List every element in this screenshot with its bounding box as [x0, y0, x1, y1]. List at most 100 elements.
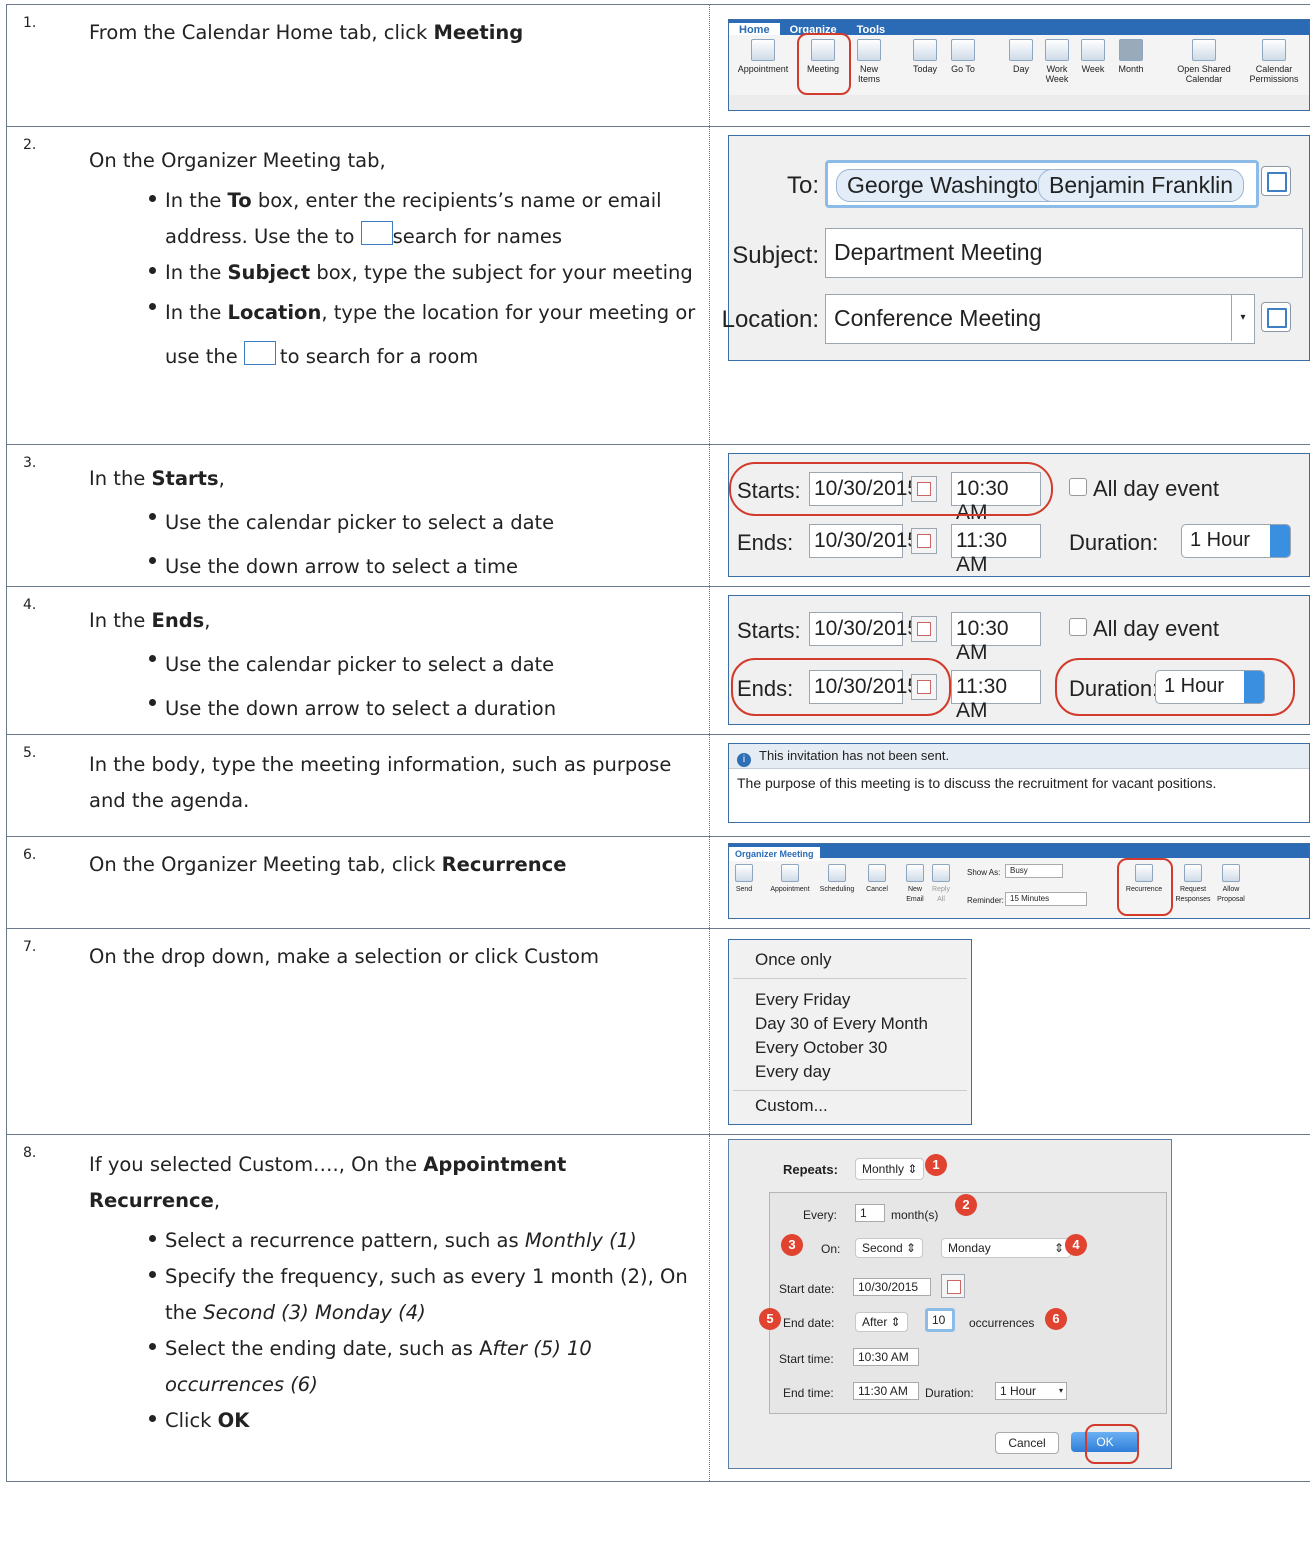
start-time-input[interactable]: 10:30 AM	[853, 1348, 919, 1366]
dropdown-item[interactable]: Day 30 of Every Month	[755, 1014, 928, 1034]
end-time-label: End time:	[783, 1386, 834, 1400]
step-text: In the body, type the meeting informatio…	[89, 753, 672, 812]
location-input[interactable]: Conference Meeting ▾	[825, 294, 1255, 344]
new-items-icon	[857, 39, 881, 61]
reminder-select[interactable]: 15 Minutes	[1005, 892, 1087, 906]
appointment-button[interactable]: Appointment	[765, 864, 815, 895]
send-button[interactable]: Send	[733, 864, 755, 895]
text-span: ,	[213, 1189, 221, 1212]
highlight-circle	[797, 33, 851, 95]
dropdown-item-custom[interactable]: Custom...	[755, 1096, 828, 1116]
occurrences-input[interactable]: 10	[925, 1308, 955, 1332]
calendar-permissions-button[interactable]: Calendar Permissions	[1241, 39, 1307, 84]
allow-proposal-button[interactable]: Allow Proposal	[1213, 864, 1249, 905]
cancel-meeting-button[interactable]: Cancel	[863, 864, 891, 895]
step-text: On the Organizer Meeting tab, In the To …	[89, 139, 701, 379]
step-number: 3.	[23, 455, 37, 471]
highlight-ellipse	[731, 658, 951, 716]
step-row-4: 4. In the Ends, Use the calendar picker …	[6, 587, 1310, 735]
dropdown-item[interactable]: Once only	[755, 950, 832, 970]
step-text-cell: 2. On the Organizer Meeting tab, In the …	[6, 127, 710, 444]
bold-term: Subject	[227, 261, 311, 284]
text-span: search for names	[392, 225, 563, 248]
text-span: Select the ending date, such as A	[165, 1337, 493, 1360]
button-label: Month	[1118, 64, 1144, 74]
duration-select[interactable]: 1 Hour ▾	[995, 1382, 1067, 1400]
duration-select[interactable]: 1 Hour	[1181, 524, 1291, 558]
button-label: Week	[1081, 64, 1105, 74]
recipient-token[interactable]: Benjamin Franklin	[1038, 169, 1245, 202]
repeats-select[interactable]: Monthly ⇕	[855, 1158, 925, 1180]
bold-term: Location	[227, 301, 322, 324]
end-mode-select[interactable]: After ⇕	[855, 1312, 908, 1332]
step-text-cell: 1. From the Calendar Home tab, click Mee…	[6, 5, 710, 126]
step-row-5: 5. In the body, type the meeting informa…	[6, 735, 1310, 837]
ends-form-image: Starts: 10/30/2015 10:30 AM All day even…	[728, 595, 1310, 725]
end-date-input[interactable]: 10/30/2015	[809, 524, 919, 558]
recipient-token[interactable]: George Washington	[836, 169, 1062, 202]
address-book-icon[interactable]	[1261, 166, 1291, 196]
go-to-button[interactable]: Go To	[945, 39, 981, 74]
address-book-icon[interactable]	[1261, 302, 1291, 332]
open-shared-calendar-button[interactable]: Open Shared Calendar	[1169, 39, 1239, 84]
tab-organizer-meeting[interactable]: Organizer Meeting	[729, 847, 820, 861]
new-items-button[interactable]: New Items	[851, 39, 887, 84]
calendar-picker-icon[interactable]	[911, 528, 937, 554]
key-icon	[1262, 39, 1286, 61]
address-book-icon	[243, 341, 276, 365]
button-label: Appointment	[737, 64, 789, 74]
bullet-item: In the Subject box, type the subject for…	[149, 255, 701, 291]
reply-all-button[interactable]: Reply All	[929, 864, 953, 905]
allow-proposal-icon	[1222, 864, 1240, 882]
appointment-button[interactable]: Appointment	[733, 39, 793, 74]
month-button[interactable]: Month	[1111, 39, 1151, 74]
start-date-input[interactable]: 10/30/2015	[853, 1278, 931, 1296]
button-label: Today	[912, 64, 938, 74]
weekday-select[interactable]: Monday ⇕	[941, 1238, 1071, 1258]
start-date-input[interactable]: 10/30/2015	[809, 612, 919, 646]
screenshot-cell: i This invitation has not been sent. The …	[710, 735, 1310, 836]
subject-label: Subject:	[732, 242, 819, 269]
new-email-button[interactable]: New Email	[903, 864, 927, 905]
divider	[733, 1090, 967, 1091]
week-button[interactable]: Week	[1075, 39, 1111, 74]
dropdown-item[interactable]: Every day	[755, 1062, 831, 1082]
calendar-picker-icon[interactable]	[911, 616, 937, 642]
italic-term: Second (3) Monday (4)	[203, 1301, 426, 1324]
today-button[interactable]: Today	[907, 39, 943, 74]
request-responses-button[interactable]: Request Responses	[1175, 864, 1211, 905]
cancel-button[interactable]: Cancel	[995, 1432, 1059, 1454]
dropdown-item[interactable]: Every Friday	[755, 990, 850, 1010]
repeats-value: Monthly	[862, 1162, 905, 1176]
screenshot-cell: Repeats: Monthly ⇕ 1 Every: 1 month(s) 2…	[710, 1135, 1310, 1481]
all-day-checkbox[interactable]	[1069, 618, 1087, 636]
every-input[interactable]: 1	[855, 1204, 885, 1222]
work-week-button[interactable]: Work Week	[1039, 39, 1075, 84]
ends-label: Ends:	[737, 530, 794, 555]
to-input[interactable]: George Washington Benjamin Franklin	[825, 160, 1259, 208]
body-text[interactable]: The purpose of this meeting is to discus…	[729, 769, 1309, 797]
highlight-ellipse	[1055, 658, 1295, 716]
starts-label: Starts:	[737, 618, 801, 643]
work-week-icon	[1045, 39, 1069, 61]
text-span: In the	[89, 467, 152, 490]
all-day-checkbox[interactable]	[1069, 478, 1087, 496]
reminder-label: Reminder:	[967, 896, 1004, 905]
screenshot-cell: Organizer Meeting Send Appointment Sched…	[710, 837, 1310, 928]
ordinal-select[interactable]: Second ⇕	[855, 1238, 924, 1258]
bullet-list: Select a recurrence pattern, such as Mon…	[89, 1223, 701, 1439]
day-button[interactable]: Day	[1003, 39, 1039, 74]
chevron-down-icon[interactable]	[1270, 525, 1290, 557]
dropdown-arrow-icon[interactable]: ▾	[1231, 295, 1254, 341]
calendar-picker-icon[interactable]	[941, 1274, 965, 1298]
show-as-select[interactable]: Busy	[1005, 864, 1063, 878]
step-text: In the Starts, Use the calendar picker t…	[89, 457, 701, 589]
subject-input[interactable]: Department Meeting	[825, 228, 1303, 278]
start-time-input[interactable]: 10:30 AM	[951, 612, 1041, 664]
step-text-cell: 8. If you selected Custom…., On the Appo…	[6, 1135, 710, 1481]
dropdown-item[interactable]: Every October 30	[755, 1038, 887, 1058]
end-time-input[interactable]: 11:30 AM	[951, 670, 1041, 722]
end-time-input[interactable]: 11:30 AM	[951, 524, 1041, 576]
end-time-input[interactable]: 11:30 AM	[853, 1382, 919, 1400]
scheduling-button[interactable]: Scheduling	[815, 864, 859, 895]
